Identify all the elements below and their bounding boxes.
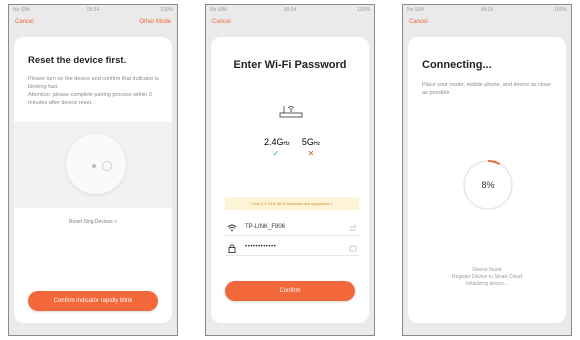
indicator-light-icon	[92, 164, 96, 168]
router-icon	[279, 106, 303, 118]
content-card: Connecting... Place your router, mobile …	[408, 37, 566, 323]
page-title: Reset the device first.	[28, 55, 127, 66]
page-title: Connecting...	[422, 59, 492, 71]
lock-icon	[228, 244, 236, 253]
wifi-password-field[interactable]: ••••••••••••	[225, 241, 359, 256]
status-bar: No SIM 09:34 100%	[9, 5, 177, 15]
phone-screen-reset: No SIM 09:34 100% Cancel Other Mode Rese…	[8, 4, 178, 336]
nav-bar: Cancel Other Mode	[9, 17, 177, 31]
time-text: 09:34	[480, 7, 494, 13]
cancel-button[interactable]: Cancel	[212, 19, 231, 25]
reset-devices-link[interactable]: Reset Sing Devices >	[14, 219, 172, 225]
wifi-icon	[227, 224, 237, 232]
battery-text: 100%	[357, 7, 370, 13]
battery-text: 100%	[160, 7, 173, 13]
connecting-instructions: Place your router, mobile phone, and dev…	[422, 82, 552, 96]
cancel-button[interactable]: Cancel	[409, 19, 428, 25]
page-title: Enter Wi-Fi Password	[233, 59, 347, 71]
time-text: 09:34	[283, 7, 297, 13]
wifi-ssid-field[interactable]: TP-LINK_F806	[225, 221, 359, 236]
switch-network-icon[interactable]	[349, 224, 357, 232]
time-text: 09:34	[86, 7, 100, 13]
cancel-button[interactable]: Cancel	[15, 19, 34, 25]
nav-bar: Cancel	[403, 17, 571, 31]
reset-button-icon	[102, 161, 112, 171]
phone-screen-connecting: No SIM 09:34 100% Cancel Connecting... P…	[402, 4, 572, 336]
status-bar: No SIM 09:34 100%	[403, 5, 571, 15]
battery-text: 100%	[554, 7, 567, 13]
device-illustration	[14, 122, 172, 208]
status-line-device-found: Device found	[472, 267, 502, 273]
supported-check-icon: ✓	[272, 149, 280, 158]
progress-ring: 8%	[463, 160, 513, 210]
other-mode-button[interactable]: Other Mode	[139, 19, 171, 25]
progress-percent-text: 8%	[481, 180, 494, 190]
nav-bar: Cancel	[206, 17, 374, 31]
connection-status-list: Device found Register Device to Smart Cl…	[408, 267, 566, 288]
status-line-register: Register Device to Smart Cloud	[451, 274, 523, 280]
status-line-initializing: Initializing device...	[466, 281, 508, 287]
device-image	[66, 134, 126, 194]
wifi-password-value: ••••••••••••	[245, 244, 277, 250]
show-password-icon[interactable]	[349, 244, 357, 252]
content-card: Enter Wi-Fi Password 2.4GHz 5GHz ✓ ✕ Onl…	[211, 37, 369, 323]
status-bar: No SIM 09:34 100%	[206, 5, 374, 15]
unsupported-x-icon: ✕	[307, 149, 315, 158]
wifi-band-warning[interactable]: Only 2.4 GHz Wi-Fi networks are supporte…	[225, 197, 359, 210]
confirm-blink-button[interactable]: Confirm indicator rapidly blink	[28, 291, 158, 311]
confirm-button[interactable]: Confirm	[225, 281, 355, 301]
band-5ghz-label: 5GHz	[301, 137, 321, 147]
wifi-ssid-value: TP-LINK_F806	[245, 224, 286, 230]
instructions-text: Please turn on the device and confirm th…	[28, 76, 159, 106]
phone-screen-wifi: No SIM 09:34 100% Cancel Enter Wi-Fi Pas…	[205, 4, 375, 336]
content-card: Reset the device first. Please turn on t…	[14, 37, 172, 323]
band-24ghz-label: 2.4GHz	[264, 137, 290, 147]
